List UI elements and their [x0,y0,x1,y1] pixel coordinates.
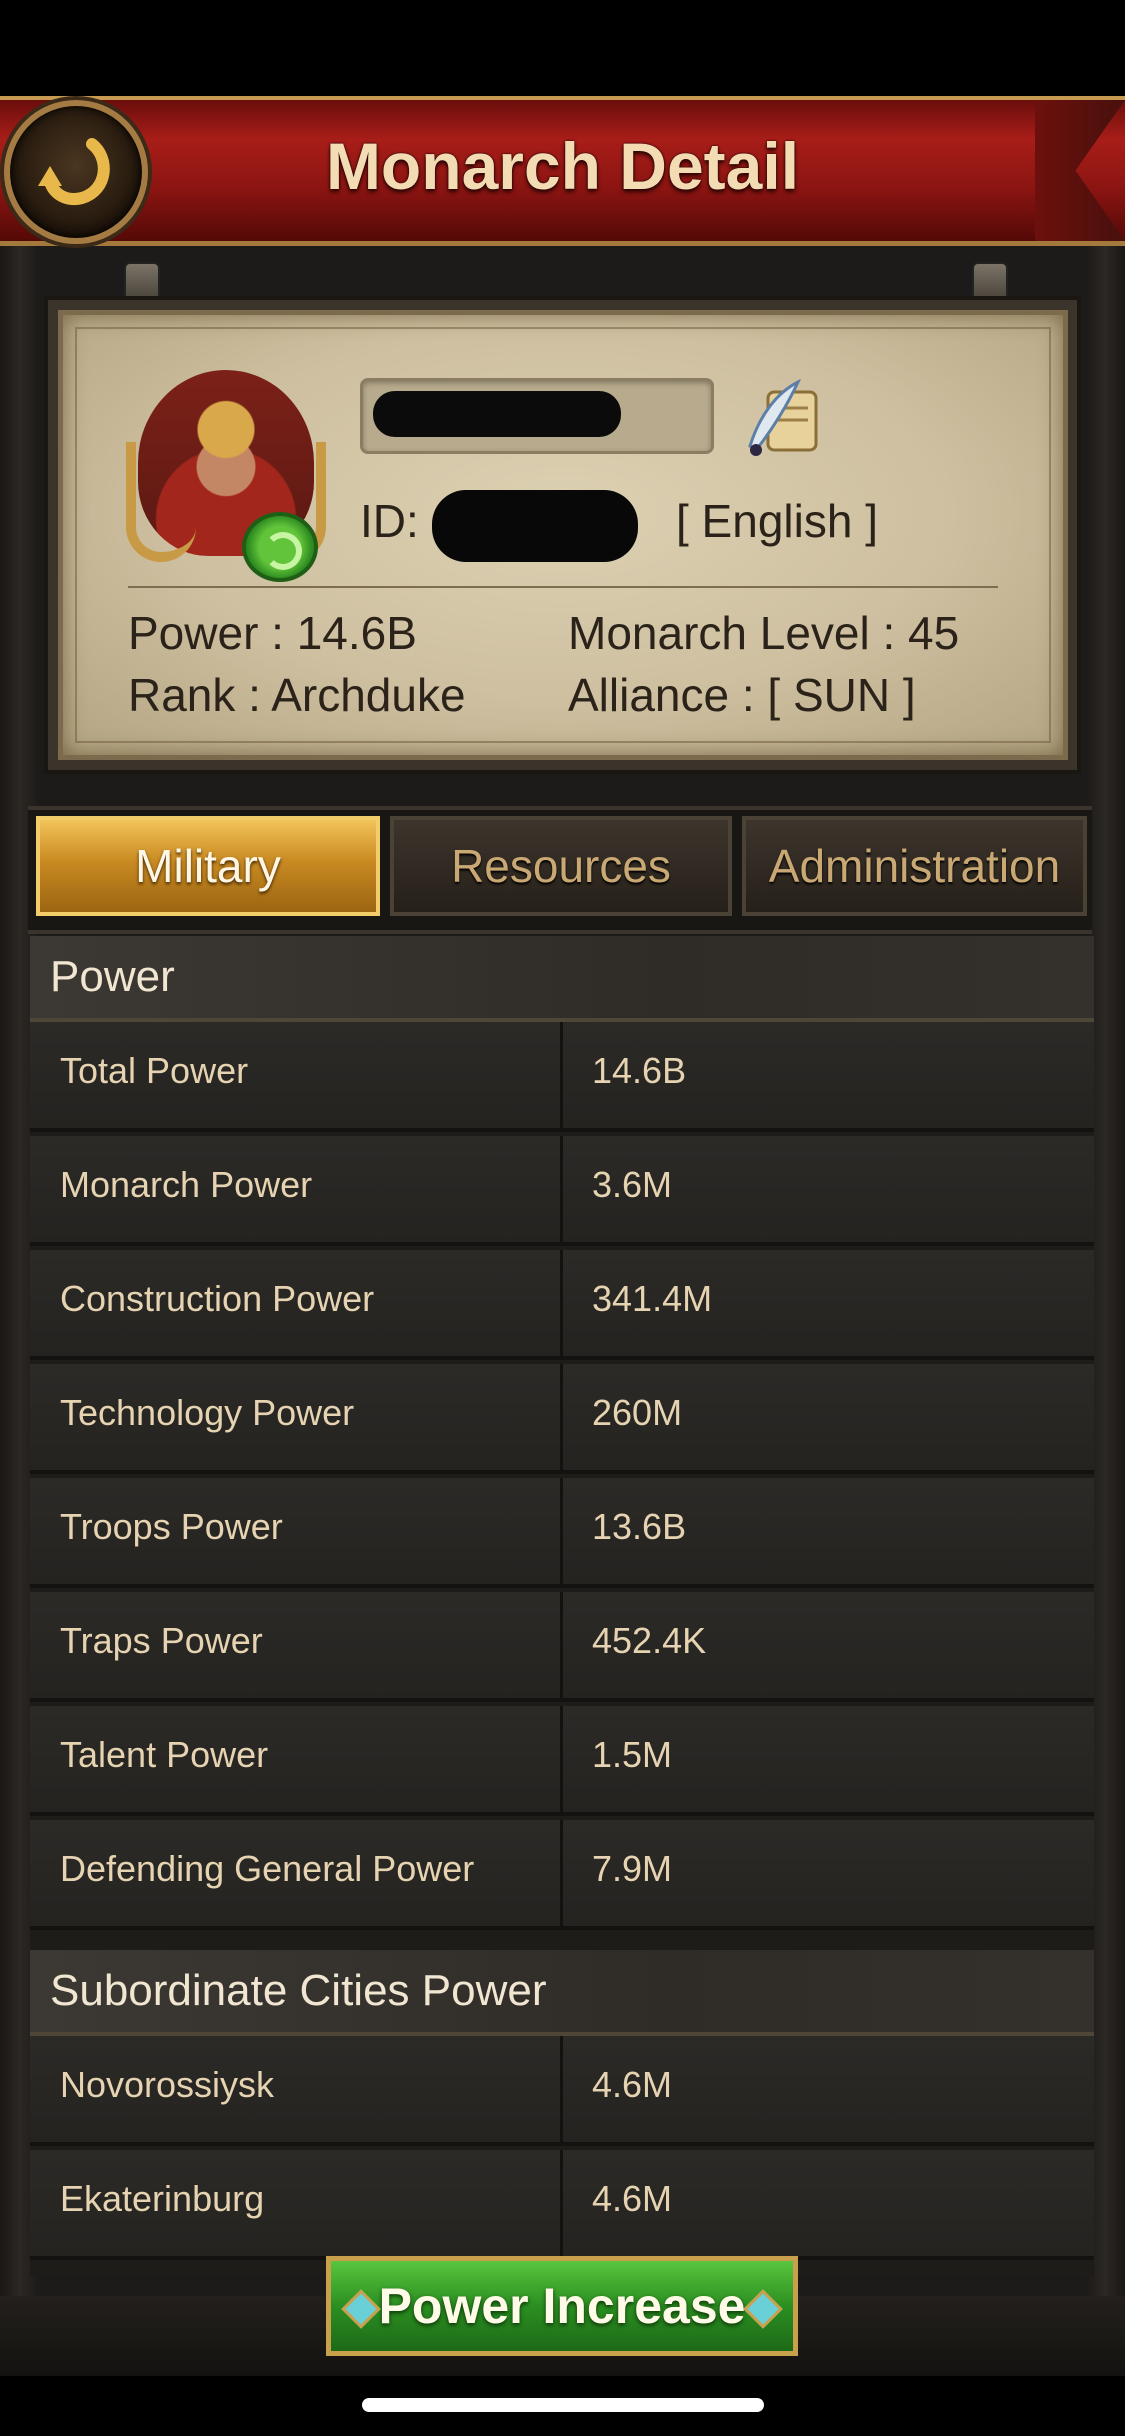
tab-administration[interactable]: Administration [742,816,1087,916]
row-value: 260M [592,1392,683,1433]
section-header-power: Power [30,936,1094,1022]
row-value: 1.5M [592,1734,673,1775]
table-row: Traps Power 452.4K [30,1592,1094,1702]
row-label: Ekaterinburg [60,2178,265,2219]
alliance-stat[interactable]: Alliance : [ SUN ] [568,668,916,722]
table-row: Ekaterinburg 4.6M [30,2150,1094,2260]
scroll-quill-icon[interactable] [738,374,828,464]
row-label: Monarch Power [60,1164,313,1205]
power-details-list[interactable]: Power Total Power 14.6B Monarch Power 3.… [30,936,1094,2276]
table-row: Technology Power 260M [30,1364,1094,1474]
gem-left-icon [341,2289,381,2329]
row-label: Troops Power [60,1506,283,1547]
monarch-detail-screen: Monarch Detail ID: [ English ] Power : 1… [0,0,1125,2436]
power-increase-button[interactable]: Power Increase [326,2256,798,2356]
tab-resources[interactable]: Resources [390,816,732,916]
row-value: 452.4K [592,1620,707,1661]
id-label: ID: [360,495,419,547]
power-increase-label: Power Increase [378,2278,746,2334]
row-value: 3.6M [592,1164,673,1205]
table-row: Novorossiysk 4.6M [30,2036,1094,2146]
row-label: Traps Power [60,1620,263,1661]
language-label: [ English ] [676,495,878,547]
card-divider [128,586,998,588]
row-value: 4.6M [592,2178,673,2219]
table-row: Monarch Power 3.6M [30,1136,1094,1246]
row-value: 341.4M [592,1278,713,1319]
monarch-name-field [360,378,714,454]
redacted-name [373,391,621,437]
row-value: 14.6B [592,1050,687,1091]
power-stat: Power : 14.6B [128,607,417,659]
back-button[interactable] [4,100,148,244]
row-value: 4.6M [592,2064,673,2105]
row-label: Defending General Power [60,1848,475,1889]
table-row: Troops Power 13.6B [30,1478,1094,1588]
page-title: Monarch Detail [325,129,800,203]
section-title: Power [50,952,175,1001]
table-row: Talent Power 1.5M [30,1706,1094,1816]
status-bar [0,0,1125,96]
table-row: Total Power 14.6B [30,1022,1094,1132]
row-label: Talent Power [60,1734,269,1775]
header-banner: Monarch Detail [0,96,1125,246]
row-value: 13.6B [592,1506,687,1547]
table-row: Defending General Power 7.9M [30,1820,1094,1930]
home-indicator[interactable] [362,2398,764,2412]
row-label: Novorossiysk [60,2064,275,2105]
section-title: Subordinate Cities Power [50,1966,547,2015]
rank-stat: Rank : Archduke [128,669,466,721]
laurel-left [126,442,196,562]
refresh-icon[interactable] [242,512,318,582]
row-label: Total Power [60,1050,249,1091]
tab-military[interactable]: Military [36,816,380,916]
row-label: Technology Power [60,1392,355,1433]
table-row: Construction Power 341.4M [30,1250,1094,1360]
redacted-id [432,490,638,562]
section-header-subordinate-cities: Subordinate Cities Power [30,1950,1094,2036]
row-label: Construction Power [60,1278,375,1319]
gem-right-icon [743,2289,783,2329]
row-value: 7.9M [592,1848,673,1889]
monarch-level-stat: Monarch Level : 45 [568,607,960,659]
back-arrow-icon [38,138,110,205]
